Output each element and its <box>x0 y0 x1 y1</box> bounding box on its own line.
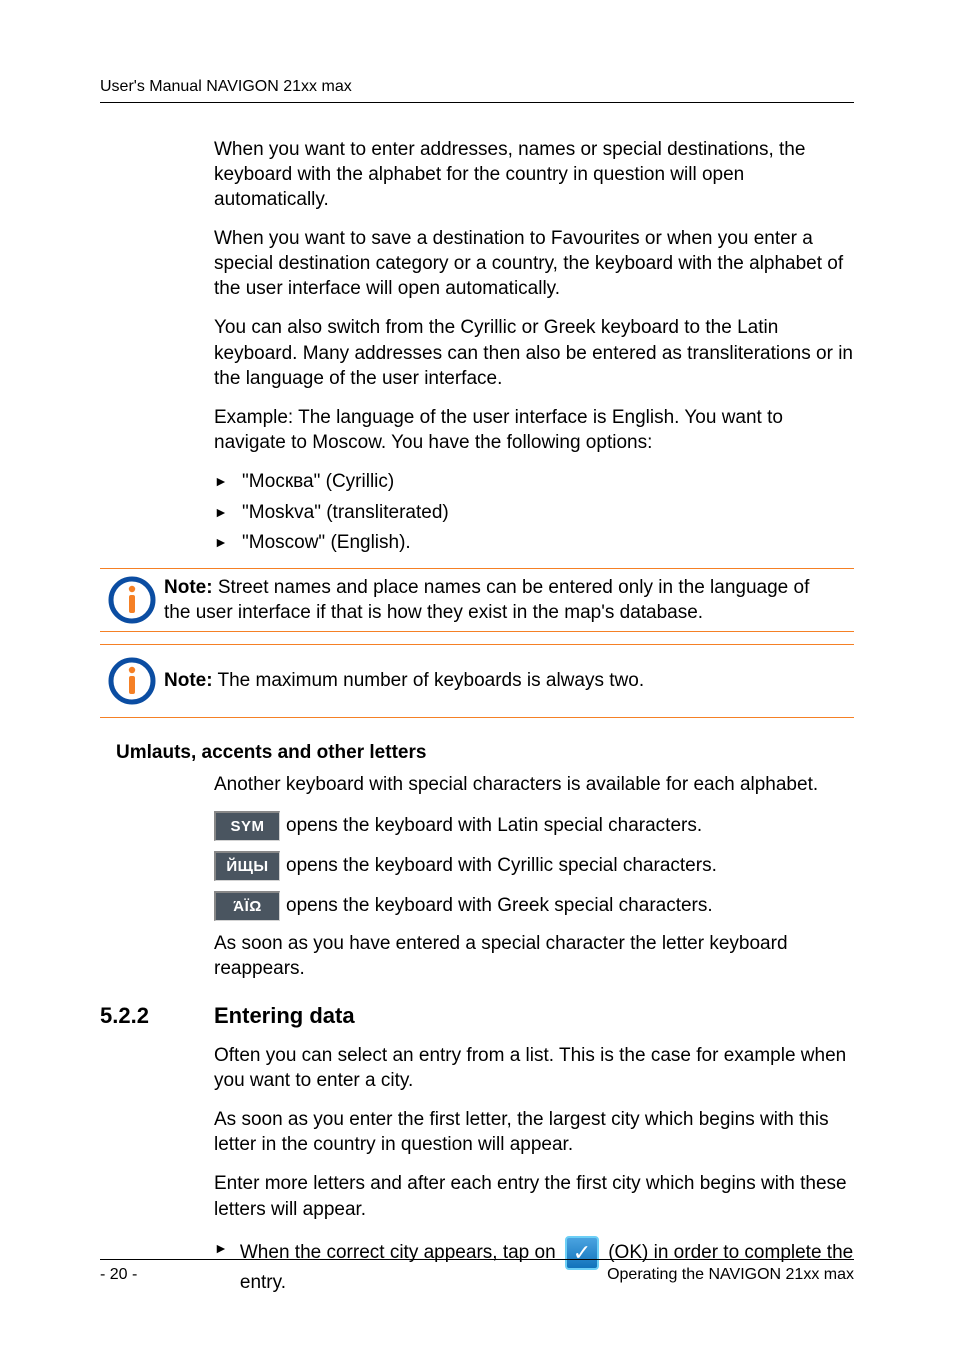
paragraph: Enter more letters and after each entry … <box>214 1171 854 1221</box>
paragraph: Another keyboard with special characters… <box>214 772 854 797</box>
footer-right-text: Operating the NAVIGON 21xx max <box>607 1266 854 1284</box>
note-rule <box>100 717 854 718</box>
note-block: Note: The maximum number of keyboards is… <box>100 644 854 718</box>
note-text: Note: Street names and place names can b… <box>164 575 854 625</box>
list-item-text: "Moscow" (English). <box>242 530 411 556</box>
paragraph: You can also switch from the Cyrillic or… <box>214 315 854 390</box>
sym-keyboard-badge: SYM <box>214 811 280 841</box>
keyboard-option-text: opens the keyboard with Greek special ch… <box>286 895 713 917</box>
list-item-text: "Moskva" (transliterated) <box>242 500 449 526</box>
footer-rule <box>100 1259 854 1260</box>
greek-keyboard-badge: ΆΪΩ <box>214 891 280 921</box>
header-rule <box>100 102 854 103</box>
header-title: User's Manual NAVIGON 21xx max <box>100 78 854 96</box>
list-item: ► "Москва" (Cyrillic) <box>214 469 854 495</box>
paragraph: As soon as you enter the first letter, t… <box>214 1107 854 1157</box>
paragraph: When you want to enter addresses, names … <box>214 137 854 212</box>
options-list: ► "Москва" (Cyrillic) ► "Moskva" (transl… <box>214 469 854 556</box>
page-footer: - 20 - Operating the NAVIGON 21xx max <box>100 1259 854 1284</box>
bullet-arrow-icon: ► <box>214 500 242 526</box>
note-label: Note: <box>164 670 213 691</box>
page-number: - 20 - <box>100 1266 137 1284</box>
bullet-arrow-icon: ► <box>214 530 242 556</box>
keyboard-option-row: ЙЩЫ opens the keyboard with Cyrillic spe… <box>214 851 854 881</box>
keyboard-option-row: ΆΪΩ opens the keyboard with Greek specia… <box>214 891 854 921</box>
list-item: ► "Moscow" (English). <box>214 530 854 556</box>
paragraph: Often you can select an entry from a lis… <box>214 1043 854 1093</box>
note-text: Note: The maximum number of keyboards is… <box>164 668 854 693</box>
note-icon <box>100 657 164 705</box>
bullet-arrow-icon: ► <box>214 469 242 495</box>
sub-heading: Umlauts, accents and other letters <box>116 742 854 764</box>
note-body: The maximum number of keyboards is alway… <box>213 670 645 691</box>
note-block: Note: Street names and place names can b… <box>100 568 854 632</box>
section-title: Entering data <box>214 1003 355 1029</box>
paragraph: Example: The language of the user interf… <box>214 405 854 455</box>
keyboard-option-text: opens the keyboard with Cyrillic special… <box>286 855 717 877</box>
list-item-text: "Москва" (Cyrillic) <box>242 469 394 495</box>
paragraph: When you want to save a destination to F… <box>214 226 854 301</box>
note-icon <box>100 576 164 624</box>
note-body: Street names and place names can be ente… <box>164 577 809 623</box>
paragraph: As soon as you have entered a special ch… <box>214 931 854 981</box>
note-label: Note: <box>164 577 213 598</box>
list-item: ► "Moskva" (transliterated) <box>214 500 854 526</box>
keyboard-option-text: opens the keyboard with Latin special ch… <box>286 815 702 837</box>
cyrillic-keyboard-badge: ЙЩЫ <box>214 851 280 881</box>
section-number: 5.2.2 <box>100 1003 214 1029</box>
keyboard-option-row: SYM opens the keyboard with Latin specia… <box>214 811 854 841</box>
